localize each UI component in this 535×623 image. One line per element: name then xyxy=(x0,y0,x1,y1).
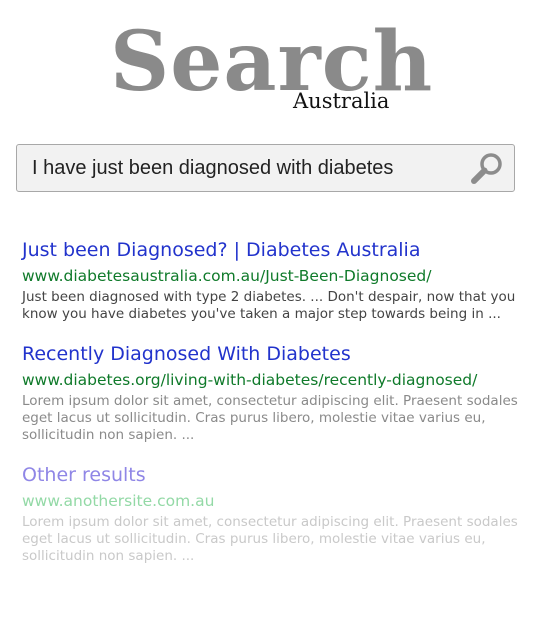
search-query: I have just been diagnosed with diabetes xyxy=(32,157,394,179)
result-item: Recently Diagnosed With Diabetes www.dia… xyxy=(22,340,522,444)
result-url[interactable]: www.anothersite.com.au xyxy=(22,489,522,513)
result-title-link[interactable]: Just been Diagnosed? | Diabetes Australi… xyxy=(22,236,522,264)
results-list: Just been Diagnosed? | Diabetes Australi… xyxy=(22,236,522,582)
magnifier-icon xyxy=(471,153,502,184)
result-url[interactable]: www.diabetesaustralia.com.au/Just-Been-D… xyxy=(22,264,522,288)
result-url[interactable]: www.diabetes.org/living-with-diabetes/re… xyxy=(22,368,522,392)
search-input[interactable]: I have just been diagnosed with diabetes xyxy=(16,144,515,192)
result-title-link[interactable]: Other results xyxy=(22,461,522,489)
result-snippet: Lorem ipsum dolor sit amet, consectetur … xyxy=(22,514,518,564)
result-item: Other results www.anothersite.com.au Lor… xyxy=(22,461,522,565)
logo-subtitle: Australia xyxy=(293,89,390,113)
site-logo: Search Australia xyxy=(110,12,432,122)
result-item: Just been Diagnosed? | Diabetes Australi… xyxy=(22,236,522,323)
result-snippet: Lorem ipsum dolor sit amet, consectetur … xyxy=(22,393,518,443)
search-button[interactable] xyxy=(470,151,506,185)
result-title-link[interactable]: Recently Diagnosed With Diabetes xyxy=(22,340,522,368)
result-snippet: Just been diagnosed with type 2 diabetes… xyxy=(22,289,516,322)
